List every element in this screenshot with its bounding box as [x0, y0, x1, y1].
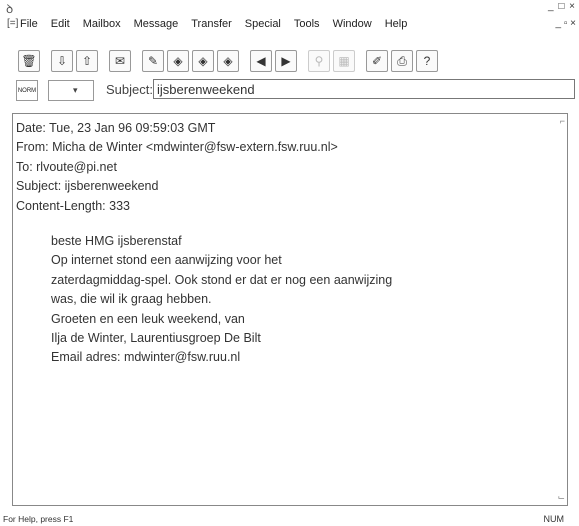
subject-input[interactable]: ijsberenweekend	[153, 79, 575, 99]
address-book-icon[interactable]: ✐	[366, 50, 388, 72]
num-lock-indicator: NUM	[543, 514, 565, 524]
trash-icon[interactable]: 🗑	[18, 50, 40, 72]
priority-dropdown[interactable]: ▾	[48, 80, 94, 101]
out-icon[interactable]: ⇧	[76, 50, 98, 72]
message-headers: Date: Tue, 23 Jan 96 09:59:03 GMT From: …	[16, 119, 338, 216]
app-icon[interactable]: ꝺ	[6, 0, 13, 17]
body-line: was, die wil ik graag hebben.	[51, 292, 212, 307]
body-line: Op internet stond een aanwijzing voor he…	[51, 253, 282, 268]
menu-edit[interactable]: Edit	[51, 18, 70, 30]
body-line: Email adres: mdwinter@fsw.ruu.nl	[51, 350, 241, 365]
reply-all-icon[interactable]: ◈	[192, 50, 214, 72]
menu-window[interactable]: Window	[333, 18, 372, 30]
menu-bar: [=] File Edit Mailbox Message Transfer S…	[0, 16, 579, 32]
subject-bar: NORM ▾ Subject: ijsberenweekend	[16, 79, 576, 101]
header-from: From: Micha de Winter <mdwinter@fsw-exte…	[16, 140, 338, 155]
header-content-length: Content-Length: 333	[16, 198, 130, 213]
window-controls[interactable]: _ □ ×	[548, 1, 576, 12]
print-icon[interactable]: ⎙	[391, 50, 413, 72]
header-subject: Subject: ijsberenweekend	[16, 179, 159, 194]
priority-indicator[interactable]: NORM	[16, 80, 38, 101]
body-line: beste HMG ijsberenstaf	[51, 234, 182, 248]
menu-file[interactable]: File	[20, 18, 38, 30]
help-icon[interactable]: ?	[416, 50, 438, 72]
menu-help[interactable]: Help	[385, 18, 408, 30]
menu-mailbox[interactable]: Mailbox	[83, 18, 121, 30]
status-bar: For Help, press F1 NUM	[0, 512, 579, 526]
scroll-down-icon[interactable]: ⌙	[557, 492, 565, 503]
message-pane[interactable]: Date: Tue, 23 Jan 96 09:59:03 GMT From: …	[12, 113, 568, 506]
reply-icon[interactable]: ◈	[167, 50, 189, 72]
subject-label: Subject:	[106, 82, 153, 97]
prev-icon[interactable]: ◀	[250, 50, 272, 72]
menu-transfer[interactable]: Transfer	[191, 18, 232, 30]
menu-tools[interactable]: Tools	[294, 18, 320, 30]
menu-special[interactable]: Special	[245, 18, 281, 30]
system-menu-icon[interactable]: [=]	[7, 18, 18, 29]
envelope-icon[interactable]: ✉	[109, 50, 131, 72]
toolbar: 🗑 ⇩ ⇧ ✉ ✎ ◈ ◈ ◈ ◀ ▶ ⚲ ▦ ✐ ⎙ ?	[18, 50, 441, 72]
filter-icon[interactable]: ▦	[333, 50, 355, 72]
body-line: zaterdagmiddag-spel. Ook stond er dat er…	[51, 272, 393, 287]
next-icon[interactable]: ▶	[275, 50, 297, 72]
body-line: Groeten en een leuk weekend, van	[51, 311, 245, 326]
chevron-down-icon[interactable]: ▾	[73, 85, 78, 96]
document-window-controls[interactable]: _ ▫ ×	[555, 18, 576, 29]
header-date: Date: Tue, 23 Jan 96 09:59:03 GMT	[16, 121, 216, 135]
status-help-text: For Help, press F1	[3, 514, 74, 524]
new-message-icon[interactable]: ✎	[142, 50, 164, 72]
scroll-up-icon[interactable]: ⌐	[560, 116, 565, 126]
header-to: To: rlvoute@pi.net	[16, 159, 117, 174]
title-bar: ꝺ _ □ ×	[0, 0, 579, 17]
in-icon[interactable]: ⇩	[51, 50, 73, 72]
message-body: beste HMG ijsberenstaf Op internet stond…	[51, 232, 392, 368]
attach-icon[interactable]: ⚲	[308, 50, 330, 72]
body-line: Ilja de Winter, Laurentiusgroep De Bilt	[51, 331, 261, 346]
forward-icon[interactable]: ◈	[217, 50, 239, 72]
menu-message[interactable]: Message	[134, 18, 179, 30]
